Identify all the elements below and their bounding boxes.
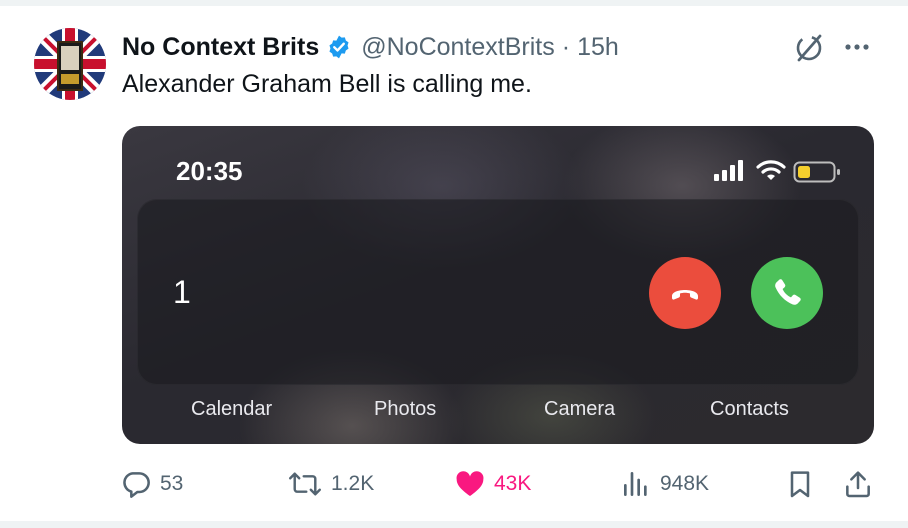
more-icon[interactable]: [840, 32, 874, 62]
separator-dot: ·: [561, 32, 571, 61]
handle[interactable]: @NoContextBrits: [361, 33, 555, 62]
bookmark-icon: [790, 471, 810, 498]
reply-icon: [123, 472, 150, 498]
views-button[interactable]: 948K: [620, 466, 709, 502]
bookmark-button[interactable]: [784, 466, 824, 502]
views-icon: [624, 472, 647, 496]
tweet-text: Alexander Graham Bell is calling me.: [122, 70, 532, 98]
tweet-header: No Context Brits @NoContextBrits · 15h: [122, 30, 619, 64]
verified-badge-icon[interactable]: [326, 34, 352, 60]
reply-count: 53: [160, 472, 184, 495]
repost-icon: [288, 472, 322, 496]
share-button[interactable]: [842, 466, 882, 502]
reply-button[interactable]: 53: [120, 466, 183, 502]
battery-icon: [793, 160, 843, 184]
display-name[interactable]: No Context Brits: [122, 33, 319, 62]
share-icon: [846, 471, 870, 498]
dock-label-calendar: Calendar: [191, 398, 273, 420]
wifi-icon: [756, 158, 786, 182]
repost-button[interactable]: 1.2K: [287, 466, 374, 502]
dock-label-contacts: Contacts: [710, 398, 789, 420]
repost-count: 1.2K: [331, 472, 375, 495]
decline-call-button[interactable]: [649, 257, 721, 329]
status-bar-time: 20:35: [176, 156, 243, 186]
incoming-call-banner: 1: [137, 199, 859, 385]
view-count: 948K: [660, 472, 710, 495]
caller-name: 1: [173, 274, 191, 310]
heart-icon: [456, 471, 484, 496]
like-button[interactable]: 43K: [454, 466, 531, 502]
top-divider: [0, 0, 908, 6]
timestamp[interactable]: 15h: [577, 33, 619, 62]
tweet-media-screenshot[interactable]: 20:35 1 Calendar Photos Camera Contacts: [122, 126, 874, 444]
like-count: 43K: [494, 472, 532, 495]
avatar[interactable]: [34, 28, 106, 100]
phone-icon: [775, 279, 801, 305]
dock-label-camera: Camera: [544, 398, 616, 420]
phone-hangup-icon: [672, 290, 698, 300]
bottom-divider: [0, 521, 908, 528]
grok-icon[interactable]: [792, 31, 826, 65]
dock-label-photos: Photos: [374, 398, 437, 420]
signal-icon: [713, 160, 747, 182]
accept-call-button[interactable]: [751, 257, 823, 329]
